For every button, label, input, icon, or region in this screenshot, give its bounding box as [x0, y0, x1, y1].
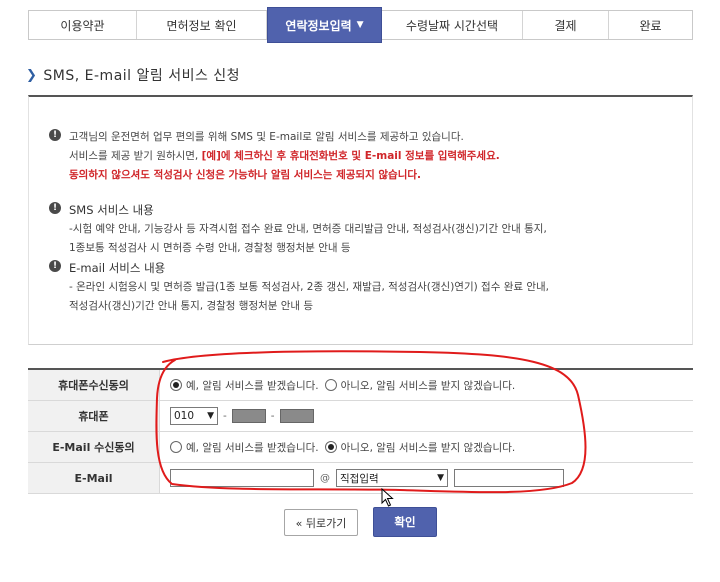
step-label: 완료 — [639, 18, 662, 33]
phone-agree-no-radio[interactable] — [324, 379, 337, 391]
exclamation-icon: ! — [49, 260, 61, 272]
email-agree-label: E-Mail 수신동의 — [28, 432, 160, 462]
form-row-phone: 휴대폰 010 ▼ - - — [28, 401, 693, 432]
exclamation-icon: ! — [49, 129, 61, 141]
info-email-line: 적성검사(갱신)기간 안내 통지, 경찰청 행정처분 안내 등 — [69, 300, 314, 312]
phone-label: 휴대폰 — [28, 401, 160, 431]
email-agree-yes-radio[interactable] — [170, 441, 182, 453]
phone-agree-label: 휴대폰수신동의 — [28, 370, 160, 400]
phone-prefix-value: 010 — [174, 410, 195, 422]
email-at-sign: @ — [320, 472, 330, 484]
info-box: ! 고객님의 운전면허 업무 편의를 위해 SMS 및 E-mail로 알림 서… — [28, 95, 693, 345]
info-highlight: 동의하지 않으셔도 적성검사 신청은 가능하나 알림 서비스는 제공되지 않습니… — [69, 169, 422, 181]
step-navigation: 이용약관 면허정보 확인 연락정보입력 ▼ 수령날짜 시간선택 결제 완료 — [28, 7, 693, 43]
info-intro-line: 서비스를 제공 받기 원하시면, — [69, 150, 202, 162]
form-row-phone-agree: 휴대폰수신동의 예, 알림 서비스를 받겠습니다. 아니오, 알림 서비스를 받… — [28, 370, 693, 401]
email-domain-select-value: 직접입력 — [340, 472, 379, 485]
step-contact-info: 연락정보입력 ▼ — [267, 7, 382, 43]
phone-agree-yes-label[interactable]: 예, 알림 서비스를 받겠습니다. — [186, 378, 319, 393]
info-sms: ! SMS 서비스 내용 -시험 예약 안내, 기능강사 등 자격시험 접수 완… — [49, 201, 547, 258]
confirm-button-label: 확인 — [394, 515, 416, 529]
form-row-email: E-Mail @ 직접입력 ▼ — [28, 463, 693, 494]
info-email-line: - 온라인 시험응시 및 면허증 발급(1종 보통 적성검사, 2종 갱신, 재… — [69, 281, 550, 293]
info-intro: ! 고객님의 운전면허 업무 편의를 위해 SMS 및 E-mail로 알림 서… — [49, 128, 500, 185]
phone-last-input[interactable] — [279, 409, 314, 423]
chevron-down-icon: ▼ — [437, 473, 444, 483]
info-highlight: [예]에 체크하신 후 휴대전화번호 및 E-mail 정보를 입력해주세요. — [201, 150, 500, 162]
step-label: 수령날짜 시간선택 — [405, 18, 499, 33]
chevron-down-icon: ▼ — [356, 20, 364, 30]
email-domain-input[interactable] — [454, 469, 564, 487]
info-sms-line: 1종보통 적성검사 시 면허증 수령 안내, 경찰청 행정처분 안내 등 — [69, 242, 351, 254]
info-sms-heading: SMS 서비스 내용 — [69, 203, 154, 217]
info-intro-line: 고객님의 운전면허 업무 편의를 위해 SMS 및 E-mail로 알림 서비스… — [69, 131, 464, 143]
confirm-button[interactable]: 확인 — [373, 507, 437, 537]
info-sms-line: -시험 예약 안내, 기능강사 등 자격시험 접수 완료 안내, 면허증 대리발… — [69, 223, 547, 235]
step-payment: 결제 — [523, 11, 609, 39]
email-local-input[interactable] — [170, 469, 314, 487]
back-button[interactable]: « 뒤로가기 — [284, 509, 358, 536]
contact-form: 휴대폰수신동의 예, 알림 서비스를 받겠습니다. 아니오, 알림 서비스를 받… — [28, 368, 693, 494]
step-label: 결제 — [554, 18, 577, 33]
step-label: 연락정보입력 — [285, 18, 352, 33]
mouse-pointer-icon — [381, 488, 394, 507]
phone-agree-yes-radio[interactable] — [170, 379, 182, 391]
step-complete: 완료 — [609, 11, 692, 39]
section-title-text: SMS, E-mail 알림 서비스 신청 — [43, 68, 241, 84]
email-domain-select[interactable]: 직접입력 ▼ — [336, 469, 448, 487]
email-label: E-Mail — [28, 463, 160, 493]
chevron-right-icon: ❯ — [26, 67, 38, 83]
email-agree-no-radio[interactable] — [324, 441, 337, 453]
step-label: 이용약관 — [60, 18, 105, 33]
email-agree-no-label[interactable]: 아니오, 알림 서비스를 받지 않겠습니다. — [341, 440, 516, 455]
step-pickup-time: 수령날짜 시간선택 — [382, 11, 523, 39]
exclamation-icon: ! — [49, 202, 61, 214]
phone-middle-input[interactable] — [231, 409, 266, 423]
section-title: ❯ SMS, E-mail 알림 서비스 신청 — [26, 65, 240, 85]
phone-prefix-select[interactable]: 010 ▼ — [170, 407, 218, 425]
phone-agree-no-label[interactable]: 아니오, 알림 서비스를 받지 않겠습니다. — [341, 378, 516, 393]
form-row-email-agree: E-Mail 수신동의 예, 알림 서비스를 받겠습니다. 아니오, 알림 서비… — [28, 432, 693, 463]
info-email: ! E-mail 서비스 내용 - 온라인 시험응시 및 면허증 발급(1종 보… — [49, 259, 549, 316]
phone-separator: - — [223, 410, 227, 422]
back-button-label: « 뒤로가기 — [295, 516, 347, 530]
email-agree-yes-label[interactable]: 예, 알림 서비스를 받겠습니다. — [186, 440, 319, 455]
step-label: 면허정보 확인 — [166, 18, 237, 33]
step-license-check: 면허정보 확인 — [137, 11, 267, 39]
step-terms: 이용약관 — [29, 11, 137, 39]
info-email-heading: E-mail 서비스 내용 — [69, 261, 166, 275]
phone-separator: - — [270, 410, 275, 422]
chevron-down-icon: ▼ — [207, 411, 214, 421]
